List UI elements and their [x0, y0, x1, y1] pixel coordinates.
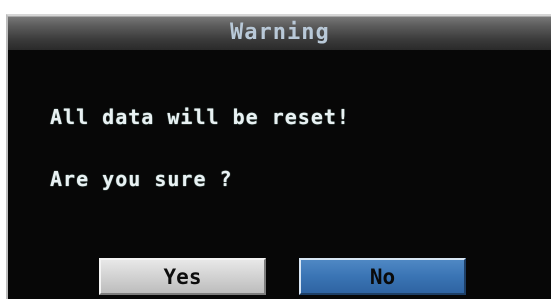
dialog-titlebar: Warning	[8, 16, 551, 50]
yes-button[interactable]: Yes	[99, 258, 266, 295]
confirm-question: Are you sure ?	[50, 167, 233, 191]
dialog-title: Warning	[230, 20, 330, 45]
screen: Warning All data will be reset! Are you …	[0, 0, 551, 299]
no-button[interactable]: No	[299, 258, 466, 295]
warning-dialog: Warning All data will be reset! Are you …	[6, 14, 551, 299]
warning-message: All data will be reset!	[50, 105, 350, 129]
